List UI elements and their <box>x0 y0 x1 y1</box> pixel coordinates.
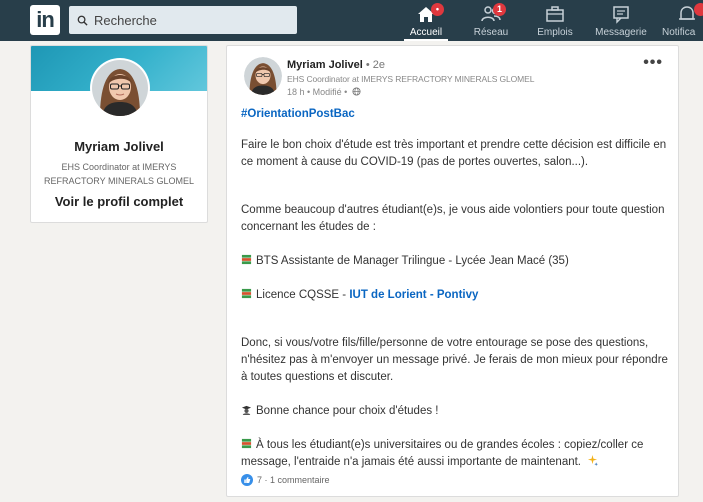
post-meta: 18 h • Modifié • <box>287 87 361 97</box>
profile-card: Myriam Jolivel EHS Coordinator at IMERYS… <box>30 45 208 223</box>
post-card: Myriam Jolivel • 2e EHS Coordinator at I… <box>226 45 679 497</box>
books-icon <box>241 438 252 449</box>
globe-icon <box>352 87 361 96</box>
post-author-headline: EHS Coordinator at IMERYS REFRACTORY MIN… <box>287 74 535 84</box>
profile-name[interactable]: Myriam Jolivel <box>31 139 207 154</box>
like-icon <box>241 474 253 486</box>
post-paragraph-3: Donc, si vous/votre fils/fille/personne … <box>241 337 668 383</box>
school-link[interactable]: IUT de Lorient - Pontivy <box>349 289 478 301</box>
post-line-good-luck: Bonne chance pour choix d'études ! <box>241 403 669 420</box>
profile-photo <box>92 60 148 116</box>
licence-text: Licence CQSSE - <box>256 289 350 301</box>
students-text: À tous les étudiant(e)s universitaires o… <box>241 439 644 468</box>
reactions-count[interactable]: 7 · 1 commentaire <box>257 475 330 485</box>
post-author-name[interactable]: Myriam Jolivel • 2e <box>287 59 385 71</box>
author-avatar[interactable] <box>244 57 282 95</box>
good-luck-text: Bonne chance pour choix d'études ! <box>256 405 439 417</box>
post-paragraph-1: Faire le bon choix d'étude est très impo… <box>241 139 667 168</box>
briefcase-icon <box>546 6 564 22</box>
nav-home[interactable]: • Accueil <box>404 0 448 41</box>
home-notification-badge: • <box>431 3 444 16</box>
nav-notifications-label: Notifica <box>662 27 696 38</box>
post-line-licence: Licence CQSSE - IUT de Lorient - Pontivy <box>241 287 669 304</box>
nav-messaging-label: Messagerie <box>595 27 647 38</box>
nav-home-label: Accueil <box>409 27 443 38</box>
post-paragraph-2: Comme beaucoup d'autres étudiant(e)s, je… <box>241 204 665 233</box>
post-paragraph-5: À tous les étudiant(e)s universitaires o… <box>241 437 669 471</box>
search-bar[interactable] <box>69 6 297 34</box>
post-body: #OrientationPostBac Faire le bon choix d… <box>241 106 669 471</box>
nav-jobs[interactable]: Emplois <box>532 0 578 41</box>
top-nav-bar: in • Accueil 1 Réseau Emplois <box>0 0 703 41</box>
nav-notifications[interactable]: Notifica <box>659 0 703 41</box>
profile-headline: EHS Coordinator at IMERYS REFRACTORY MIN… <box>43 162 195 186</box>
graduate-icon <box>241 405 252 415</box>
avatar[interactable] <box>90 58 150 118</box>
nav-jobs-label: Emplois <box>537 27 573 38</box>
post-meta-text: 18 h • Modifié • <box>287 87 348 97</box>
search-icon <box>77 15 88 26</box>
author-name-text[interactable]: Myriam Jolivel <box>287 59 363 71</box>
post-line-bts: BTS Assistante de Manager Trilingue - Ly… <box>241 253 669 270</box>
messaging-icon <box>613 6 629 24</box>
nav-messaging[interactable]: Messagerie <box>594 0 648 41</box>
sparkles-icon <box>588 455 599 466</box>
author-photo <box>244 57 282 95</box>
nav-network[interactable]: 1 Réseau <box>469 0 513 41</box>
nav-network-label: Réseau <box>473 27 509 38</box>
search-input[interactable] <box>94 12 284 28</box>
books-icon <box>241 254 252 265</box>
reactions-summary[interactable]: 7 · 1 commentaire <box>241 474 330 486</box>
connection-degree: • 2e <box>362 59 386 71</box>
view-profile-link[interactable]: Voir le profil complet <box>31 194 207 209</box>
hashtag-link[interactable]: #OrientationPostBac <box>241 106 669 123</box>
notifications-badge <box>694 3 703 16</box>
books-icon <box>241 288 252 299</box>
bts-text: BTS Assistante de Manager Trilingue - Ly… <box>256 255 569 267</box>
linkedin-logo[interactable]: in <box>30 5 60 35</box>
more-options-button[interactable]: ••• <box>643 54 663 72</box>
network-notification-badge: 1 <box>493 3 506 16</box>
